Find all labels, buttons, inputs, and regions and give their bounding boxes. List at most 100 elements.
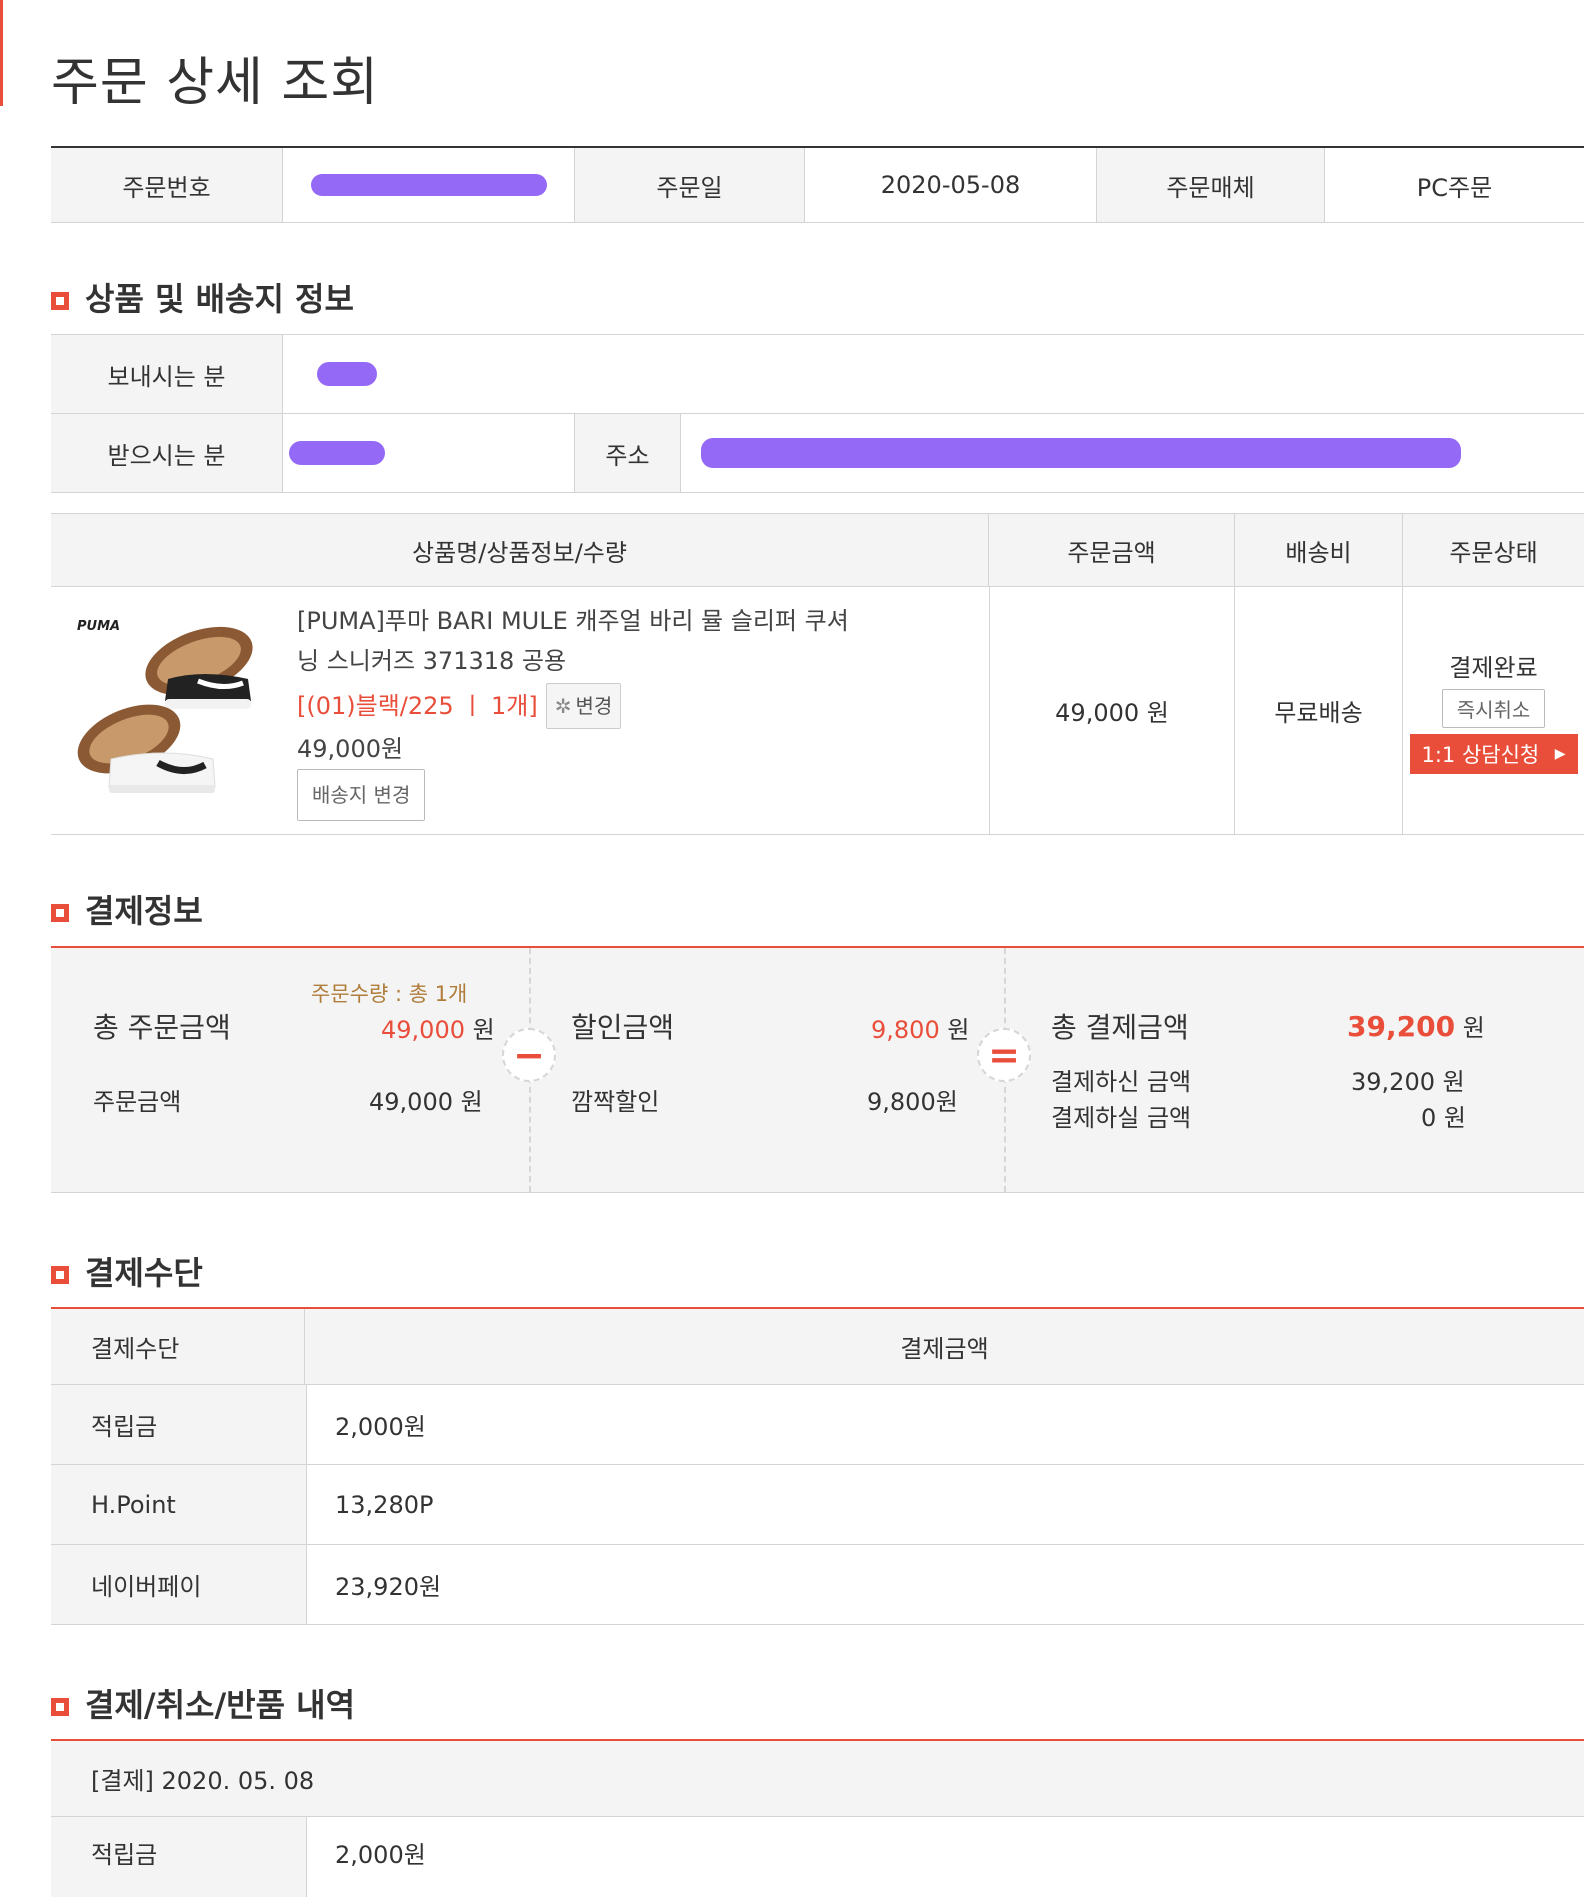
redaction-scribble	[310, 174, 547, 196]
option-change-button[interactable]: ✲ 변경	[545, 683, 622, 729]
payment-method-row: 네이버페이 23,920원	[51, 1545, 1584, 1625]
equals-icon: =	[977, 1028, 1031, 1082]
unit: 원	[472, 1016, 495, 1044]
total-order-label: 총 주문금액	[93, 1011, 231, 1044]
payment-method-table: 결제수단 결제금액 적립금 2,000원 H.Point 13,280P 네이버…	[51, 1307, 1584, 1627]
sneaker-illustration	[77, 626, 253, 793]
paid-label: 결제하신 금액	[1051, 1068, 1192, 1096]
page-title: 주문 상세 조회	[51, 53, 380, 113]
header-shipping-fee: 배송비	[1235, 514, 1403, 586]
address-label: 주소	[575, 414, 681, 492]
order-summary-table: 주문번호 주문일 2020-05-08 주문매체 PC주문	[51, 146, 1584, 223]
total-order-amount-wrap: 49,000 원	[381, 1010, 495, 1045]
method-amount: 13,280P	[335, 1490, 434, 1519]
address-value	[681, 414, 1584, 492]
section-bullet-icon	[51, 904, 69, 922]
section-bullet-icon	[51, 1698, 69, 1716]
history-entry-header: [결제] 2020. 05. 08	[51, 1741, 1584, 1817]
shipping-section-title: 상품 및 배송지 정보	[51, 274, 354, 320]
to-pay-amount: 0 원	[1421, 1104, 1466, 1132]
product-info: [PUMA]푸마 BARI MULE 캐주얼 바리 뮬 슬리퍼 쿠셔 닝 스니커…	[297, 601, 849, 821]
redaction-scribble	[701, 438, 1461, 468]
total-order-amount: 49,000	[381, 1016, 465, 1044]
inquiry-label: 1:1 상담신청	[1421, 742, 1540, 767]
sender-row: 보내시는 분	[51, 335, 1584, 414]
paid-amount: 39,200 원	[1351, 1068, 1465, 1096]
order-date-label: 주문일	[575, 148, 805, 222]
flash-discount-amount: 9,800원	[867, 1088, 958, 1116]
total-payment-label: 총 결제금액	[1051, 1011, 1189, 1044]
order-amount-value: 49,000 원	[369, 1088, 483, 1116]
product-price: 49,000원	[297, 735, 404, 763]
header-order-status: 주문상태	[1449, 538, 1538, 567]
payment-info-panel: − = 주문수량 : 총 1개 총 주문금액 49,000 원 주문금액 49,…	[51, 946, 1584, 1193]
option-change-label: 변경	[575, 694, 613, 718]
section-bullet-icon	[51, 292, 69, 310]
discount-amount: 9,800	[871, 1016, 940, 1044]
unit: 원	[1462, 1014, 1485, 1042]
method-name: 네이버페이	[51, 1545, 307, 1624]
product-name-line2[interactable]: 닝 스니커즈 371318 공용	[297, 641, 849, 681]
shipping-fee-cell: 무료배송	[1235, 587, 1403, 834]
product-image[interactable]: PUMA	[73, 609, 273, 815]
history-entry-row: 적립금 2,000원	[51, 1817, 1584, 1897]
header-amount: 결제금액	[900, 1335, 989, 1363]
product-table: 상품명/상품정보/수량 주문금액 배송비 주문상태 PUMA [PUMA]푸마	[51, 513, 1584, 835]
unit: 원	[947, 1016, 970, 1044]
method-amount: 2,000원	[335, 1413, 426, 1441]
order-number-label: 주문번호	[51, 148, 283, 222]
minus-icon: −	[502, 1028, 556, 1082]
history-table: [결제] 2020. 05. 08 적립금 2,000원	[51, 1739, 1584, 1897]
order-channel-label: 주문매체	[1097, 148, 1325, 222]
receiver-row: 받으시는 분 주소	[51, 414, 1584, 493]
payment-method-row: H.Point 13,280P	[51, 1465, 1584, 1545]
puma-logo: PUMA	[77, 619, 121, 634]
method-amount: 23,920원	[335, 1573, 442, 1601]
flash-discount-label: 깜짝할인	[571, 1088, 660, 1116]
discount-label: 할인금액	[571, 1011, 675, 1044]
section-title-text: 결제/취소/반품 내역	[85, 1686, 356, 1724]
history-method: 적립금	[51, 1817, 307, 1897]
sender-label: 보내시는 분	[51, 335, 283, 413]
history-entry-date: [결제] 2020. 05. 08	[91, 1767, 315, 1795]
redaction-scribble	[317, 362, 377, 386]
header-product: 상품명/상품정보/수량	[51, 514, 989, 586]
payment-info-section-title: 결제정보	[51, 886, 203, 932]
receiver-label: 받으시는 분	[51, 414, 283, 492]
order-date-value: 2020-05-08	[805, 148, 1097, 222]
method-name: 적립금	[51, 1385, 307, 1464]
status-text: 결제완료	[1449, 653, 1538, 682]
product-table-header: 상품명/상품정보/수량 주문금액 배송비 주문상태	[51, 514, 1584, 587]
product-row: PUMA [PUMA]푸마 BARI MULE 캐주얼 바리 뮬 슬리퍼 쿠셔 …	[51, 587, 1584, 834]
total-payment-amount-wrap: 39,200 원	[1347, 1008, 1485, 1043]
header-order-amount: 주문금액	[989, 514, 1235, 586]
payment-method-header: 결제수단 결제금액	[51, 1309, 1584, 1385]
section-title-text: 결제정보	[85, 892, 203, 930]
order-channel-value: PC주문	[1416, 173, 1493, 202]
arrow-right-icon: ▶	[1554, 745, 1566, 762]
sender-value	[283, 335, 1584, 413]
section-title-text: 상품 및 배송지 정보	[85, 280, 354, 318]
product-option: [(01)블랙/225 ㅣ 1개]	[297, 692, 538, 720]
redaction-scribble	[289, 441, 385, 465]
receiver-value	[283, 414, 575, 492]
accent-bar	[0, 0, 3, 106]
to-pay-label: 결제하실 금액	[1051, 1104, 1192, 1132]
instant-cancel-button[interactable]: 즉시취소	[1441, 688, 1546, 728]
address-change-button[interactable]: 배송지 변경	[297, 769, 426, 821]
section-bullet-icon	[51, 1266, 69, 1284]
gear-icon: ✲	[554, 694, 572, 718]
shipping-table: 보내시는 분 받으시는 분 주소	[51, 334, 1584, 493]
history-amount: 2,000원	[335, 1841, 426, 1869]
discount-amount-wrap: 9,800 원	[871, 1010, 969, 1045]
order-amount-cell: 49,000 원	[989, 587, 1235, 834]
order-quantity: 주문수량 : 총 1개	[311, 982, 468, 1006]
history-section-title: 결제/취소/반품 내역	[51, 1680, 355, 1726]
order-number-value	[283, 148, 575, 222]
product-name-line1[interactable]: [PUMA]푸마 BARI MULE 캐주얼 바리 뮬 슬리퍼 쿠셔	[297, 601, 849, 641]
inquiry-button[interactable]: 1:1 상담신청 ▶	[1409, 733, 1578, 774]
method-name: H.Point	[51, 1465, 307, 1544]
section-title-text: 결제수단	[85, 1254, 203, 1292]
total-payment-amount: 39,200	[1347, 1010, 1456, 1043]
payment-method-row: 적립금 2,000원	[51, 1385, 1584, 1465]
